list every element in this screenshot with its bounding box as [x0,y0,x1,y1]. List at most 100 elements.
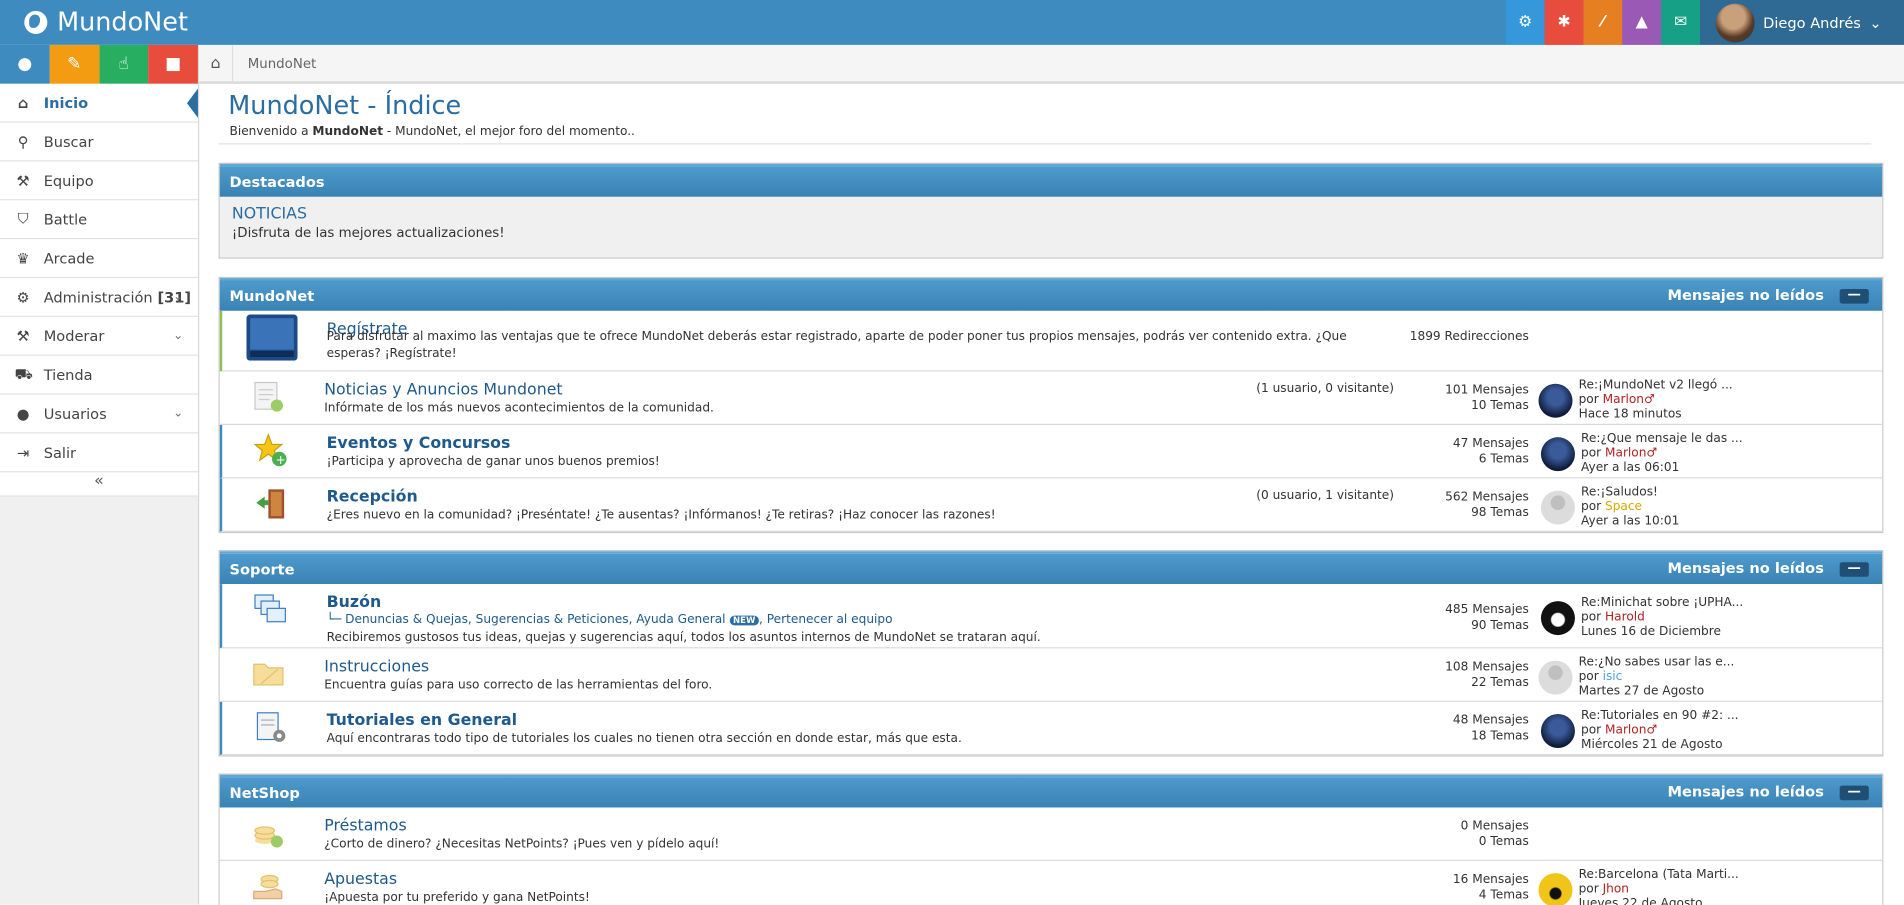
board-stat: 562 Mensajes [1445,490,1529,504]
wand-icon[interactable]: ⁄ [1583,0,1623,45]
last-post-author: por Marlon♂ [1581,724,1739,739]
sidebar-item-tienda[interactable]: ⛟ Tienda [0,355,198,395]
sidebar-item-administracion[interactable]: ⚙ Administración [31] ⌄ [0,278,198,317]
board-row: Apuestas ¡Apuesta por tu preferido y gana… [219,860,1883,905]
pencil-icon[interactable]: ✎ [49,44,99,84]
board-stats: 562 Mensajes 98 Temas [1445,489,1529,521]
thumbs-up-icon[interactable]: ☝ [98,44,149,84]
author-link[interactable]: Jhon [1603,883,1629,896]
avatar[interactable] [1538,383,1573,418]
board-stat: 108 Mensajes [1445,660,1529,674]
last-post-title[interactable]: Re:¿Que mensaje le das ... [1581,432,1743,447]
collapse-category-button[interactable]: — [1839,288,1869,304]
category-title[interactable]: MundoNet [230,287,315,304]
hand-coins-icon [251,869,285,903]
board-name[interactable]: Instrucciones [324,658,429,676]
sidebar-item-battle[interactable]: ⛉ Battle [0,200,198,240]
last-post-info: Re:Barcelona (Tata Marti... por Jhon Jueve… [1579,868,1739,905]
sidebar-item-arcade[interactable]: ♛ Arcade [0,239,198,279]
category-title[interactable]: NetShop [230,784,300,801]
child-board-link[interactable]: , Pertenecer al equipo [759,613,893,626]
last-post-title[interactable]: Re:¡MundoNet v2 llegó ... [1579,379,1733,394]
user-name: Diego Andrés [1763,13,1861,31]
warning-icon[interactable]: ▲ [1622,0,1662,45]
author-link[interactable]: Harold [1605,611,1645,624]
board-name[interactable]: Apuestas [324,871,397,889]
board-name[interactable]: Tutoriales en General [327,712,517,730]
avatar [1715,3,1755,42]
sidebar-item-equipo[interactable]: ⚒ Equipo [0,161,198,201]
featured-desc: ¡Disfruta de las mejores actualizaciones… [231,224,505,241]
collapse-sidebar-button[interactable]: « [0,472,198,497]
avatar[interactable] [1538,873,1573,905]
board-name[interactable]: Eventos y Concursos [327,435,511,453]
board-name[interactable]: Buzón [327,594,382,612]
user-menu[interactable]: Diego Andrés ⌄ [1700,0,1904,45]
board-stat: 10 Temas [1471,399,1529,413]
child-board-links[interactable]: └─ Denuncias & Quejas, Sugerencias & Pet… [327,613,726,626]
board-name[interactable]: Noticias y Anuncios Mundonet [324,381,562,399]
welcome-text: Bienvenido a MundoNet - MundoNet, el mej… [218,125,1872,145]
board-stat: 16 Mensajes [1452,873,1529,887]
avatar[interactable] [1540,437,1575,472]
last-post-title[interactable]: Re:Minichat sobre ¡UPHA... [1581,596,1743,611]
unread-link[interactable]: Mensajes no leídos [1668,783,1824,800]
cogs-icon[interactable]: ⚙ [1505,0,1545,45]
board-stat: 6 Temas [1478,452,1529,467]
collapse-category-button[interactable]: — [1839,784,1869,801]
author-link[interactable]: Marlon♂ [1605,724,1657,737]
sidebar-item-salir[interactable]: ⇥ Salir [0,433,198,473]
last-post-author: por Marlon♂ [1581,447,1743,462]
board-stat: 90 Temas [1471,619,1529,633]
comments-icon[interactable]: ■ [148,44,198,84]
home-icon[interactable]: ⌂ [199,44,234,82]
board-stats: 485 Mensajes 90 Temas [1445,602,1529,634]
board-viewers: (0 usuario, 1 visitante) [1256,489,1395,503]
avatar[interactable] [1540,714,1575,749]
sidebar-item-buscar[interactable]: ⚲ Buscar [0,122,198,162]
board-viewers: (1 usuario, 0 visitante) [1256,382,1395,396]
gear-icon[interactable]: ✱ [1544,0,1584,45]
sidebar-item-inicio[interactable]: ⌂ Inicio [0,83,198,123]
board-stat: 0 Temas [1478,835,1529,849]
board-stats: 16 Mensajes 4 Temas [1453,872,1529,904]
author-link[interactable]: Marlon♂ [1603,393,1655,406]
board-stat: 48 Mensajes [1452,714,1529,728]
breadcrumb-current[interactable]: MundoNet [233,55,317,71]
board-stat: 0 Mensajes [1460,819,1529,834]
board-name[interactable]: Recepción [327,488,418,506]
avatar[interactable] [1538,660,1573,695]
child-boards[interactable]: └─ Denuncias & Quejas, Sugerencias & Pet… [327,613,893,626]
star-icon: + [253,432,288,468]
category-title[interactable]: Soporte [230,560,295,577]
author-link[interactable]: Marlon♂ [1605,447,1657,460]
board-stat: 101 Mensajes [1445,383,1529,398]
sidebar-item-usuarios[interactable]: ● Usuarios ⌄ [0,394,198,434]
author-link[interactable]: isic [1603,670,1623,683]
avatar[interactable] [1540,601,1575,636]
last-post-title[interactable]: Re:Tutoriales en 90 #2: ... [1581,709,1739,724]
board-name[interactable]: Préstamos [324,817,406,835]
last-post-title[interactable]: Re:¡Saludos! [1581,486,1679,501]
author-link[interactable]: Space [1605,500,1642,513]
brand-name: MundoNet [57,7,188,37]
sidebar-item-moderar[interactable]: ⚒ Moderar ⌄ [0,316,198,356]
last-post-title[interactable]: Re:Barcelona (Tata Marti... [1579,868,1739,883]
sidebar-item-label: Usuarios [43,404,107,422]
page-title: MundoNet - Índice [228,91,462,121]
mail-icon[interactable]: ✉ [1661,0,1701,45]
sign-out-icon: ⇥ [16,443,30,461]
last-post-info: Re:¿Que mensaje le das ... por Marlon♂ Aye… [1581,432,1743,476]
chat-icon[interactable]: ● [0,44,50,84]
gear-icon: ⚙ [16,288,30,306]
collapse-category-button[interactable]: — [1839,561,1869,577]
featured-title[interactable]: NOTICIAS [232,205,1870,223]
unread-link[interactable]: Mensajes no leídos [1668,287,1824,304]
brand-logo[interactable]: MundoNet [24,6,188,38]
by-label: por [1581,610,1602,625]
unread-link[interactable]: Mensajes no leídos [1668,560,1824,577]
avatar[interactable] [1540,490,1575,525]
last-post-info: Re:¡Saludos! por Space Ayer a las 10:01 [1581,486,1679,530]
category-soporte: Soporte Mensajes no leídos — Buzón └─ Denunc… [218,550,1884,757]
last-post-title[interactable]: Re:¿No sabes usar las e... [1579,656,1735,671]
